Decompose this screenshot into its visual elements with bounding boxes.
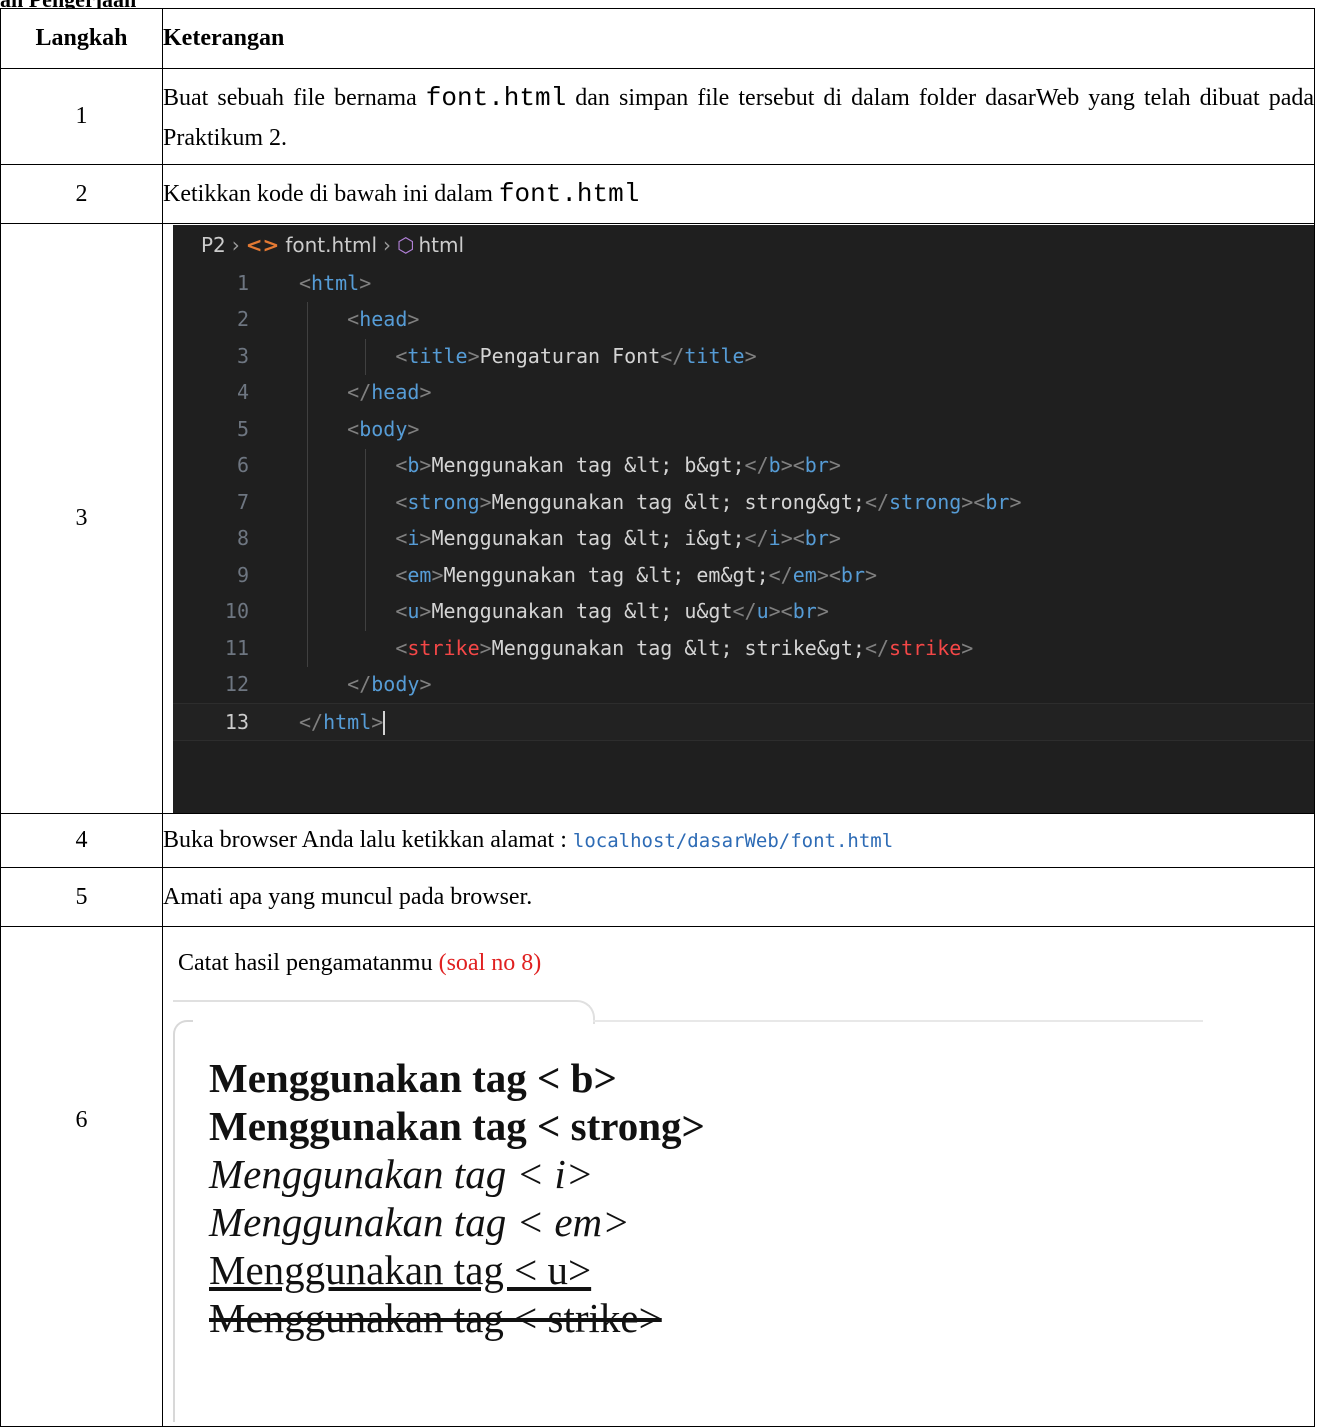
code-editor: P2 › <> font.html › ⬡ html 1 <html> 2 <head> 3 … bbox=[173, 224, 1314, 813]
table-header-row: Langkah Keterangan bbox=[0, 8, 1315, 69]
step-number: 4 bbox=[0, 813, 163, 868]
rendered-italic: Menggunakan tag < i> bbox=[209, 1150, 594, 1197]
url-text: localhost/dasarWeb/font.html bbox=[572, 830, 894, 852]
rendered-underline: Menggunakan tag < u> bbox=[209, 1246, 592, 1293]
code-line: 8 <i>Menggunakan tag &lt; i&gt;</i><br> bbox=[236, 526, 841, 550]
step-description: Ketikkan kode di bawah ini dalam font.ht… bbox=[162, 164, 1315, 224]
inline-code: font.html bbox=[498, 179, 640, 209]
code-line: 11 <strike>Menggunakan tag &lt; strike&g… bbox=[224, 635, 974, 660]
browser-tab-outline bbox=[173, 999, 595, 1024]
breadcrumb-folder[interactable]: P2 bbox=[201, 233, 226, 257]
code-line: 6 <b>Menggunakan tag &lt; b&gt;</b><br> bbox=[236, 453, 841, 477]
table-row: 3 P2 › <> font.html › ⬡ html 1 <html> 2 <head> … bbox=[0, 223, 1315, 814]
step-number: 1 bbox=[0, 68, 163, 165]
column-header-description: Keterangan bbox=[162, 8, 1315, 69]
breadcrumb-symbol[interactable]: html bbox=[419, 233, 465, 257]
column-header-step: Langkah bbox=[0, 8, 163, 69]
symbol-cube-icon: ⬡ bbox=[397, 232, 415, 257]
rendered-strike: Menggunakan tag < strike> bbox=[209, 1294, 662, 1341]
rendered-strong: Menggunakan tag < strong> bbox=[209, 1102, 705, 1149]
step-number: 6 bbox=[0, 926, 163, 1427]
code-line: 3 <title>Pengaturan Font</title> bbox=[236, 343, 757, 368]
code-line: 7 <strong>Menggunakan tag &lt; strong&gt… bbox=[236, 489, 1022, 514]
chevron-right-icon: › bbox=[383, 232, 392, 257]
observation-cell: Catat hasil pengamatanmu (soal no 8) Men… bbox=[162, 926, 1315, 1427]
steps-table: Langkah Keterangan 1 Buat sebuah file be… bbox=[0, 8, 1315, 1427]
code-line: 2 <head> bbox=[236, 307, 420, 331]
step-description: Catat hasil pengamatanmu (soal no 8) bbox=[178, 949, 542, 976]
code-line: 5 <body> bbox=[236, 416, 420, 441]
question-reference: (soal no 8) bbox=[438, 949, 542, 976]
chevron-right-icon: › bbox=[231, 232, 240, 257]
table-row: 5 Amati apa yang muncul pada browser. bbox=[0, 867, 1315, 927]
code-line: 1 <html> bbox=[236, 270, 372, 295]
browser-toolbar-edge bbox=[593, 1019, 1203, 1022]
text-caret bbox=[383, 711, 386, 735]
step-description: Amati apa yang muncul pada browser. bbox=[162, 867, 1315, 927]
step-number: 5 bbox=[0, 867, 163, 927]
table-row: 6 Catat hasil pengamatanmu (soal no 8) M… bbox=[0, 926, 1315, 1427]
rendered-bold: Menggunakan tag < b> bbox=[209, 1054, 617, 1101]
table-row: 2 Ketikkan kode di bawah ini dalam font.… bbox=[0, 164, 1315, 224]
browser-preview-screenshot: Menggunakan tag < b> Menggunakan tag < s… bbox=[163, 999, 1314, 1422]
editor-breadcrumb: P2 › <> font.html › ⬡ html bbox=[201, 233, 464, 257]
inline-code: font.html bbox=[425, 82, 567, 113]
step-description: Buat sebuah file bernama font.html dan s… bbox=[162, 68, 1315, 165]
step-number: 3 bbox=[0, 223, 163, 814]
code-line: 10 <u>Menggunakan tag &lt; u&gt</u><br> bbox=[224, 599, 829, 623]
breadcrumb-file[interactable]: font.html bbox=[285, 233, 377, 257]
html-file-icon: <> bbox=[245, 232, 280, 257]
code-screenshot-cell: P2 › <> font.html › ⬡ html 1 <html> 2 <head> 3 … bbox=[162, 223, 1315, 814]
rendered-em: Menggunakan tag < em> bbox=[209, 1198, 630, 1245]
table-row: 1 Buat sebuah file bernama font.html dan… bbox=[0, 68, 1315, 165]
code-line-current: 13 </html> bbox=[173, 702, 1314, 741]
table-row: 4 Buka browser Anda lalu ketikkan alamat… bbox=[0, 813, 1315, 868]
code-line: 4 </head> bbox=[236, 380, 432, 404]
browser-viewport-edge bbox=[173, 1019, 193, 1422]
code-lines[interactable]: 1 <html> 2 <head> 3 <title>Pengaturan Fon… bbox=[173, 265, 1314, 741]
code-line: 9 <em>Menggunakan tag &lt; em&gt;</em><b… bbox=[236, 562, 878, 587]
rendered-output: Menggunakan tag < b> Menggunakan tag < s… bbox=[209, 1054, 705, 1342]
step-number: 2 bbox=[0, 164, 163, 224]
code-line: 12 </body> bbox=[224, 672, 432, 696]
step-description: Buka browser Anda lalu ketikkan alamat :… bbox=[162, 813, 1315, 868]
